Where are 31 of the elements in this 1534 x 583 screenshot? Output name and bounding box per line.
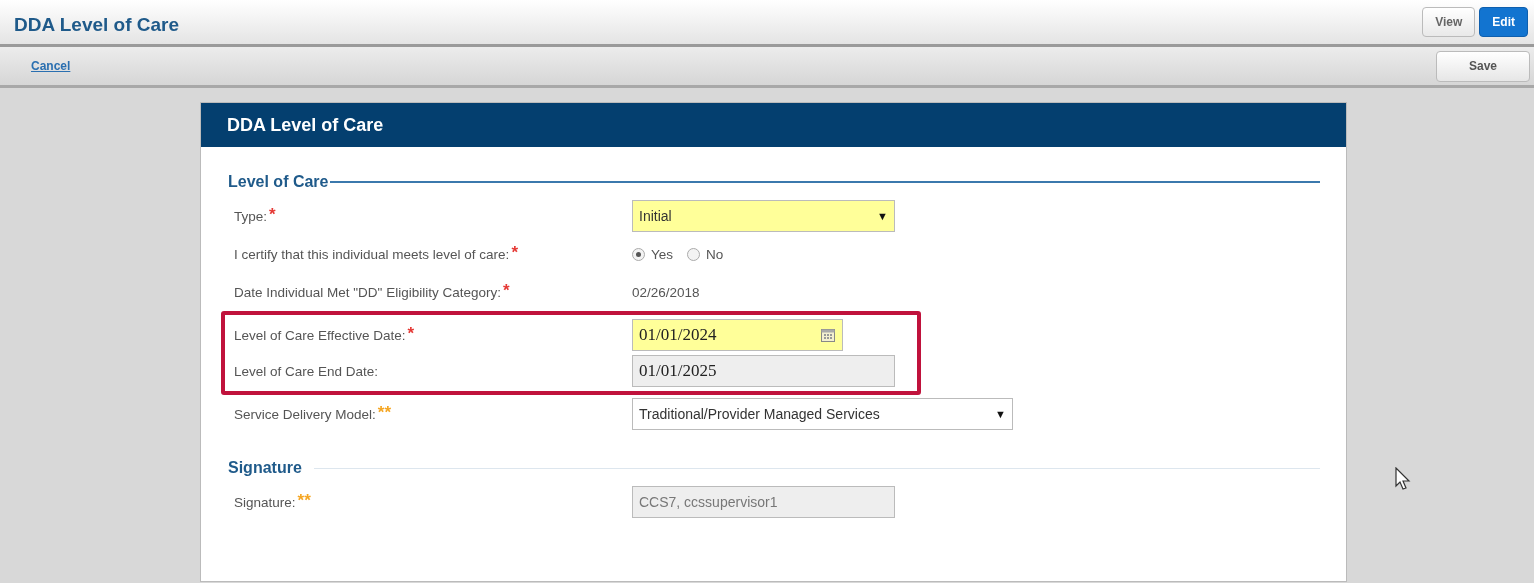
dropdown[interactable]: Traditional/Provider Managed Services ▼ — [632, 398, 1013, 430]
save-button[interactable]: Save — [1436, 50, 1530, 82]
field-label: Level of Care Effective Date:* — [234, 327, 416, 343]
calendar-icon[interactable] — [820, 327, 836, 343]
required-marker: ** — [297, 494, 311, 507]
radio-option[interactable]: Yes — [632, 246, 674, 262]
dropdown[interactable]: Initial ▼ — [632, 200, 895, 232]
field-value: 02/26/2018 — [632, 284, 701, 300]
mode-button[interactable]: Edit — [1479, 7, 1528, 37]
field-label: Signature:** — [234, 494, 312, 510]
cancel-link[interactable]: Cancel — [31, 59, 71, 73]
required-marker: * — [269, 208, 276, 221]
radio-button[interactable] — [687, 247, 701, 261]
field-label: Type:* — [234, 208, 277, 224]
field-label: Level of Care End Date: — [234, 363, 380, 379]
date-field[interactable]: 01/01/2024 — [632, 319, 843, 351]
field-label: Service Delivery Model:** — [234, 406, 393, 422]
radio-button[interactable] — [632, 247, 645, 261]
required-marker: * — [502, 284, 510, 297]
radio-option[interactable]: No — [687, 246, 724, 262]
card-title: DDA Level of Care — [227, 114, 384, 136]
page-title: DDA Level of Care — [14, 13, 180, 36]
field-label: Date Individual Met "DD" Eligibility Category:* — [234, 284, 511, 300]
mode-button[interactable]: View — [1422, 7, 1476, 37]
required-marker: ** — [377, 406, 392, 419]
cursor-icon — [1395, 467, 1411, 491]
section-title: Signature — [228, 459, 302, 477]
field-label: I certify that this individual meets level of care:* — [234, 246, 519, 262]
required-marker: * — [511, 246, 518, 259]
section-title: Level of Care — [228, 173, 329, 191]
required-marker: * — [407, 327, 415, 340]
